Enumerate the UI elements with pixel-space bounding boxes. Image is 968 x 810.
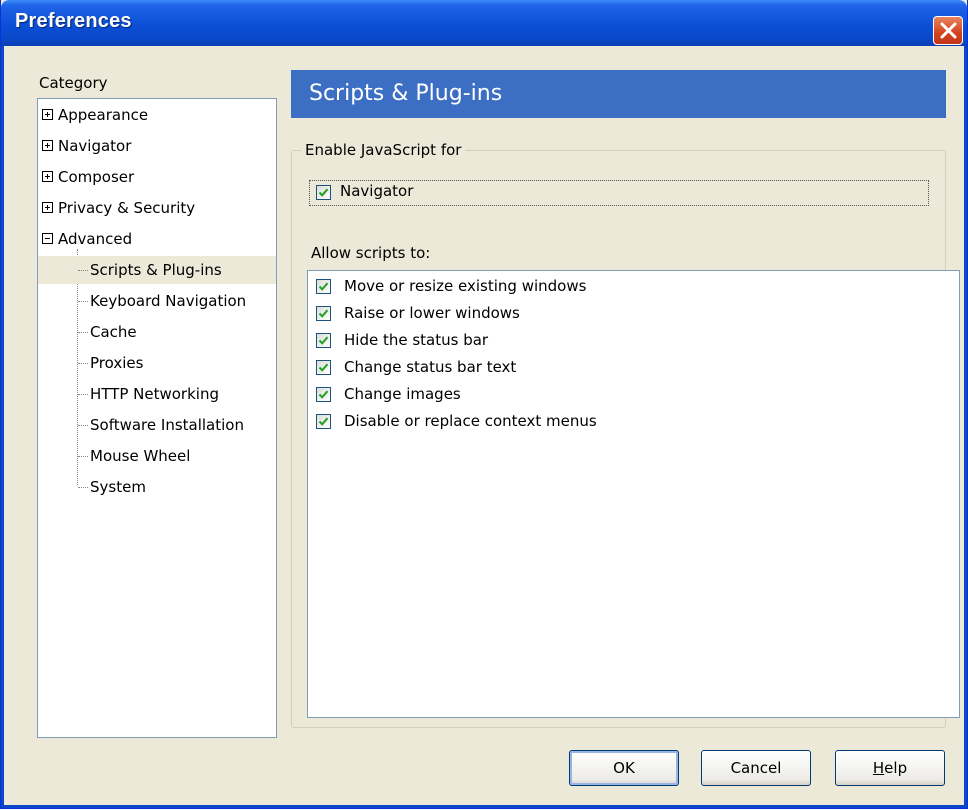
checkmark-icon — [318, 336, 329, 345]
tree-item-label: Appearance — [58, 106, 149, 124]
category-label: Category — [39, 74, 108, 92]
tree-item-label: Mouse Wheel — [90, 447, 191, 465]
permission-label: Raise or lower windows — [344, 304, 520, 322]
enable-navigator-row[interactable]: Navigator — [309, 180, 929, 206]
close-icon — [940, 22, 957, 39]
window-border-right — [964, 46, 967, 808]
permission-checkbox[interactable] — [316, 279, 331, 294]
permission-checkbox[interactable] — [316, 414, 331, 429]
tree-item-scripts-plugins[interactable]: Scripts & Plug-ins — [38, 256, 276, 284]
help-mnemonic: H — [872, 759, 885, 777]
tree-item-label: Privacy & Security — [58, 199, 196, 217]
tree-item-label: HTTP Networking — [90, 385, 219, 403]
tree-item-label: System — [90, 478, 146, 496]
allow-scripts-list[interactable]: Move or resize existing windows Raise or… — [307, 270, 960, 718]
help-button[interactable]: Help — [835, 750, 945, 786]
permission-checkbox[interactable] — [316, 333, 331, 348]
tree-item-label: Proxies — [90, 354, 144, 372]
window-title: Preferences — [15, 10, 132, 32]
window-border-left — [1, 46, 4, 808]
checkmark-icon — [318, 282, 329, 291]
checkmark-icon — [318, 188, 329, 197]
checkmark-icon — [318, 363, 329, 372]
expand-plus-icon[interactable] — [42, 140, 53, 151]
tree-item-label: Scripts & Plug-ins — [90, 261, 222, 279]
permission-label: Change images — [344, 385, 461, 403]
ok-button[interactable]: OK — [569, 750, 679, 786]
tree-connector — [77, 249, 78, 485]
permission-label: Change status bar text — [344, 358, 517, 376]
cancel-button[interactable]: Cancel — [701, 750, 811, 786]
permission-label: Hide the status bar — [344, 331, 489, 349]
expand-plus-icon[interactable] — [42, 171, 53, 182]
close-button[interactable] — [933, 16, 963, 45]
tree-item-label: Composer — [58, 168, 135, 186]
tree-item-label: Cache — [90, 323, 137, 341]
tree-item-label: Software Installation — [90, 416, 244, 434]
panel-title: Scripts & Plug-ins — [291, 70, 946, 118]
navigator-checkbox[interactable] — [316, 185, 331, 200]
tree-item-label: Advanced — [58, 230, 133, 248]
expand-plus-icon[interactable] — [42, 202, 53, 213]
window-border-bottom — [1, 805, 967, 808]
permission-label: Disable or replace context menus — [344, 412, 597, 430]
checkmark-icon — [318, 417, 329, 426]
collapse-minus-icon[interactable] — [42, 233, 53, 244]
allow-scripts-label: Allow scripts to: — [311, 244, 431, 262]
preferences-dialog: Preferences Category Appearance Navigato… — [0, 0, 968, 809]
checkmark-icon — [318, 309, 329, 318]
permission-label: Move or resize existing windows — [344, 277, 587, 295]
permission-checkbox[interactable] — [316, 306, 331, 321]
permission-checkbox[interactable] — [316, 360, 331, 375]
group-legend: Enable JavaScript for — [301, 141, 466, 159]
tree-item-label: Keyboard Navigation — [90, 292, 247, 310]
title-bar[interactable]: Preferences — [1, 0, 967, 46]
checkmark-icon — [318, 390, 329, 399]
category-tree[interactable]: Appearance Navigator Composer Privacy & … — [37, 98, 277, 738]
navigator-checkbox-label: Navigator — [340, 182, 414, 200]
permission-checkbox[interactable] — [316, 387, 331, 402]
expand-plus-icon[interactable] — [42, 109, 53, 120]
tree-item-label: Navigator — [58, 137, 132, 155]
help-label-rest: elp — [884, 759, 908, 777]
